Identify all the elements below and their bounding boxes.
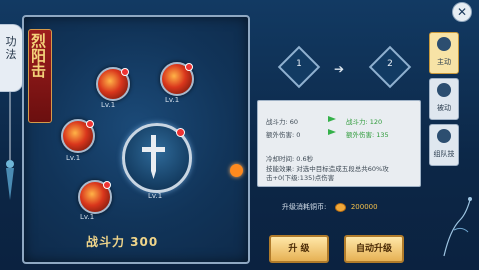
skill-node-3[interactable] [61, 119, 95, 153]
tassel-decoration [6, 92, 14, 200]
level-upgrade-preview: 1 ➔ 2 [262, 35, 412, 89]
current-level: 1 [296, 59, 302, 69]
arrow-right-icon: ➔ [334, 62, 345, 76]
extra-damage-next: 额外伤害: 135 [346, 131, 389, 139]
extra-arrow [328, 128, 339, 136]
stats-box: 战斗力: 60 战斗力: 120 额外伤害: 0 额外伤害: 135 冷却时间:… [257, 100, 421, 187]
tab-gongfa[interactable]: 功法 [0, 24, 23, 92]
power-next: 战斗力: 120 [346, 118, 383, 126]
effect-line-2: 击+0(下级:135)点伤害 [266, 174, 335, 182]
orange-indicator [230, 164, 243, 177]
close-button[interactable]: ✕ [452, 2, 472, 22]
arrow-green-icon [328, 129, 336, 135]
extra-damage-current: 额外伤害: 0 [266, 131, 301, 139]
tab-team-skills-label: 组队技 [433, 150, 455, 158]
skill-title: 烈阳击 [29, 33, 47, 78]
red-dot-icon [185, 63, 193, 71]
skill-level-2: Lv.1 [165, 96, 180, 104]
power-current: 战斗力: 60 [266, 118, 299, 126]
team-skill-icon [437, 129, 451, 143]
skill-level-1: Lv.1 [101, 101, 116, 109]
auto-upgrade-button[interactable]: 自动升级 [344, 235, 404, 263]
next-level: 2 [387, 59, 393, 69]
skill-node-4[interactable] [78, 180, 112, 214]
coin-icon [334, 202, 346, 212]
red-dot-icon [103, 181, 111, 189]
tab-active-skills-label: 主动 [437, 58, 451, 66]
cooldown: 冷却时间: 0.6秒 [266, 155, 314, 163]
upgrade-button[interactable]: 升 级 [269, 235, 329, 263]
power-arrow [328, 115, 339, 123]
tab-team-skills[interactable]: 组队技 [429, 124, 459, 166]
cost-value: 200000 [350, 203, 378, 211]
red-dot-icon [121, 68, 129, 76]
skill-title-banner: 烈阳击 [28, 29, 52, 123]
skill-level-3: Lv.1 [66, 154, 81, 162]
combat-power: 战斗力 300 [86, 235, 159, 249]
tab-active-skills[interactable]: 主动 [429, 32, 459, 74]
skill-level-4: Lv.1 [80, 213, 95, 221]
red-dot-icon [176, 128, 185, 137]
active-skill-icon [437, 37, 451, 51]
tab-passive-skills[interactable]: 被动 [429, 78, 459, 120]
arrow-green-icon [328, 116, 336, 122]
cost-label: 升级消耗铜币: [282, 203, 327, 211]
passive-skill-icon [437, 83, 451, 97]
upgrade-cost: 升级消耗铜币: 200000 [282, 202, 378, 212]
right-tab-rail: ✕ 主动 被动 组队技 [426, 0, 479, 270]
tab-gongfa-label: 功法 [5, 35, 17, 61]
skill-node-1[interactable] [96, 67, 130, 101]
skill-node-2[interactable] [160, 62, 194, 96]
game-window: 功法 烈阳击 Lv.1 Lv.1 Lv.1 Lv.1 Lv.1 战斗力 300 [0, 0, 479, 270]
skill-tree-panel: 烈阳击 Lv.1 Lv.1 Lv.1 Lv.1 Lv.1 战斗力 300 [22, 15, 250, 264]
red-dot-icon [86, 120, 94, 128]
tab-passive-skills-label: 被动 [437, 104, 451, 112]
main-skill-node[interactable] [122, 123, 192, 193]
skill-info-panel: 1 ➔ 2 战斗力: 60 战斗力: 120 额外伤害: 0 额外伤害: 135… [252, 15, 424, 263]
main-skill-level: Lv.1 [148, 192, 163, 200]
crane-decoration [443, 197, 472, 257]
